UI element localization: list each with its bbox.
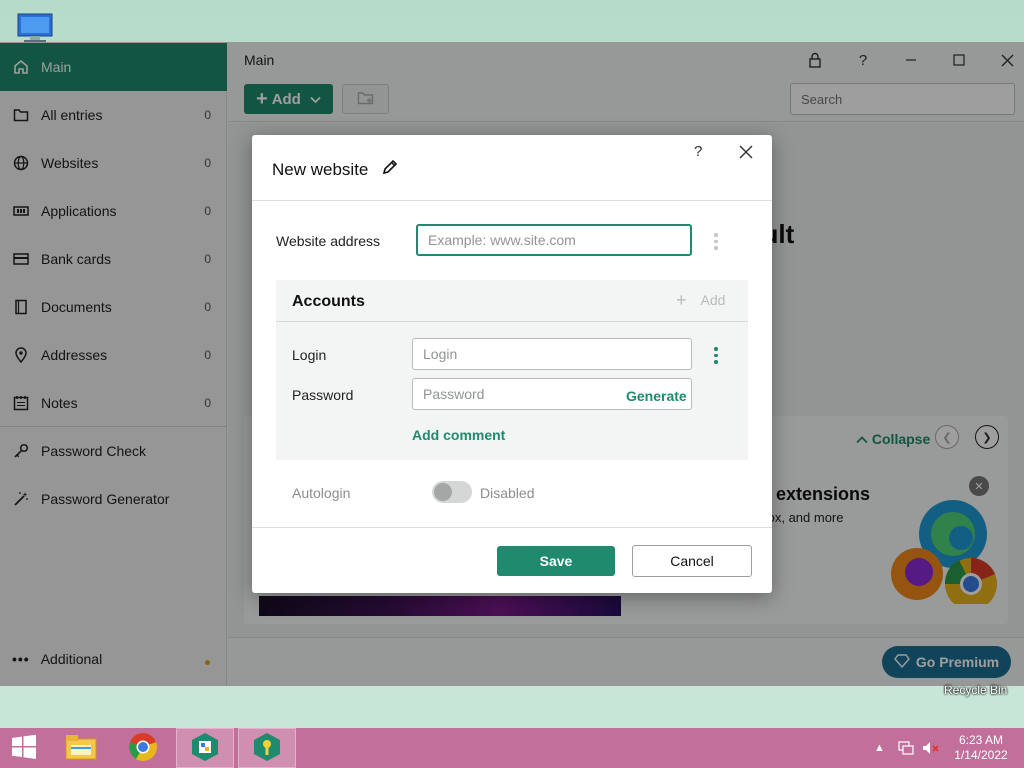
password-label: Password <box>292 387 354 403</box>
pencil-edit-icon[interactable] <box>381 158 399 176</box>
taskbar-app-installer[interactable] <box>176 728 234 768</box>
add-account-label: Add <box>700 292 726 308</box>
clock-time: 6:23 AM <box>958 733 1004 747</box>
login-input[interactable] <box>412 338 692 370</box>
password-manager-icon <box>252 732 282 765</box>
add-comment-link[interactable]: Add comment <box>412 427 505 443</box>
dialog-title: New website <box>272 160 369 179</box>
file-explorer-icon <box>65 733 97 764</box>
accounts-title: Accounts <box>292 293 365 310</box>
this-pc-desktop-icon[interactable] <box>16 12 60 44</box>
app-installer-icon <box>190 732 220 765</box>
taskbar-file-explorer[interactable] <box>56 728 106 768</box>
volume-muted-icon[interactable] <box>922 728 940 768</box>
add-account-button[interactable]: + Add <box>676 291 725 309</box>
accounts-section: Accounts + Add Login Password Generate A… <box>276 280 748 460</box>
cancel-button[interactable]: Cancel <box>632 545 752 577</box>
accounts-divider <box>276 321 748 322</box>
new-website-dialog: ? New website Website address Accounts +… <box>252 135 772 593</box>
autologin-state: Disabled <box>480 485 535 501</box>
website-options-icon[interactable] <box>713 233 719 250</box>
autologin-toggle[interactable] <box>432 481 472 503</box>
website-address-input[interactable] <box>416 224 692 256</box>
start-button[interactable] <box>0 728 48 768</box>
login-label: Login <box>292 347 327 363</box>
website-address-label: Website address <box>276 233 381 249</box>
system-clock[interactable]: 6:23 AM 1/14/2022 <box>946 733 1016 763</box>
autologin-label: Autologin <box>292 485 351 501</box>
clock-date: 1/14/2022 <box>954 748 1008 762</box>
tray-expand-icon[interactable]: ▲ <box>874 728 885 768</box>
taskbar-chrome[interactable] <box>118 728 168 768</box>
dialog-footer-divider <box>252 527 772 528</box>
taskbar-password-manager[interactable] <box>238 728 296 768</box>
chrome-icon <box>128 732 158 765</box>
dialog-divider <box>252 200 772 201</box>
plus-icon: + <box>676 290 687 310</box>
dialog-help-icon[interactable]: ? <box>694 143 702 160</box>
save-button[interactable]: Save <box>497 546 615 576</box>
account-options-icon[interactable] <box>713 347 719 364</box>
taskbar: ▲ 6:23 AM 1/14/2022 <box>0 728 1024 768</box>
dialog-close-icon[interactable] <box>739 142 753 165</box>
windows-logo-icon <box>11 734 37 763</box>
generate-button[interactable]: Generate <box>626 388 687 404</box>
network-icon[interactable] <box>898 728 914 768</box>
